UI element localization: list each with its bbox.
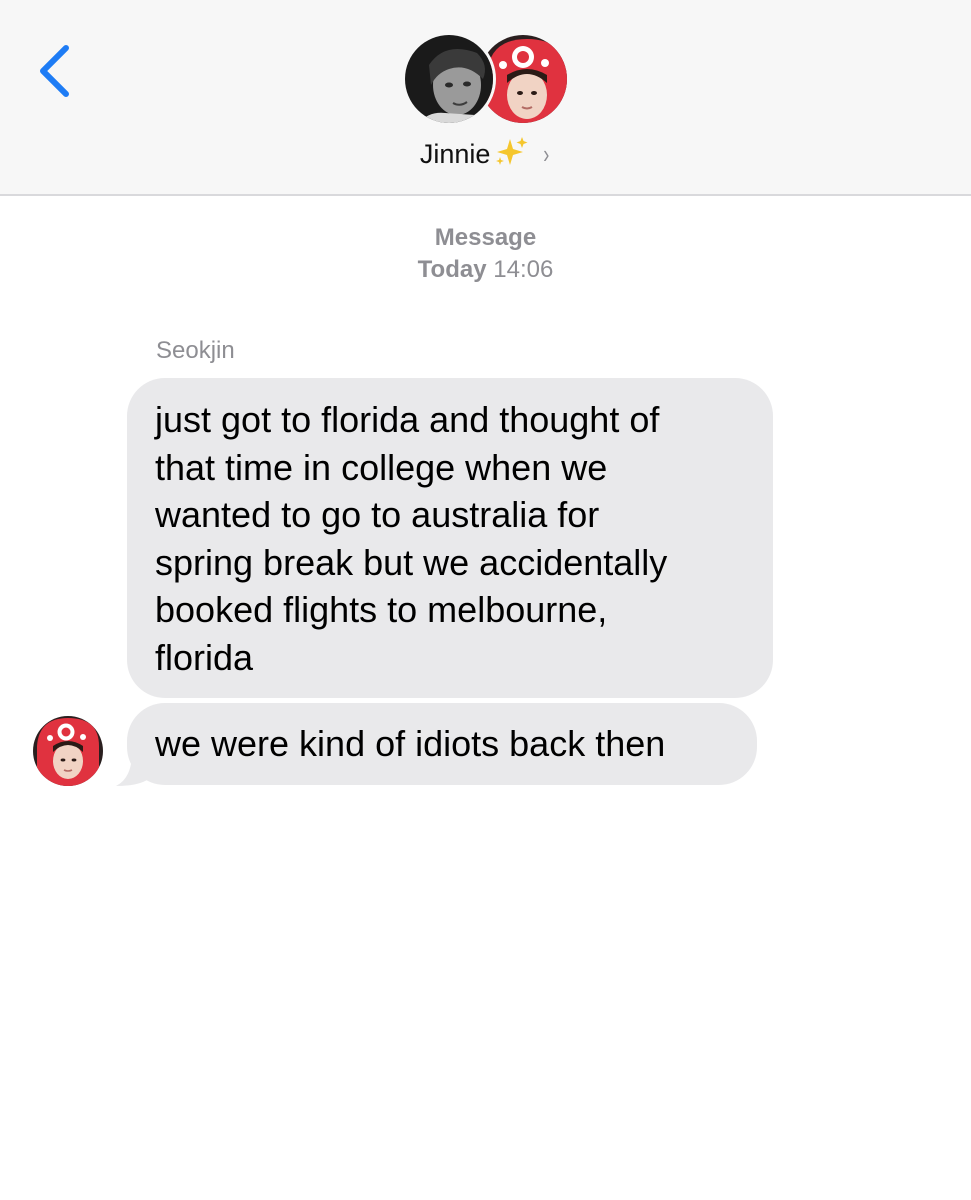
sender-avatar[interactable] [33,716,103,786]
chevron-right-icon: › [543,139,550,169]
messages-screen: Jinnie › Message Today 14:06 Seokjin jus… [0,0,971,1200]
message-line: wanted to go to australia for [155,494,600,535]
group-avatar-stack[interactable] [402,32,570,128]
chevron-left-icon [40,45,69,97]
back-button[interactable] [30,40,80,102]
conversation-meta: Message Today 14:06 [0,222,971,286]
message-bubble[interactable]: we were kind of idiots back then [127,703,757,785]
message-line: just got to florida and thought of [155,399,660,440]
message-line: that time in college when we [155,446,608,488]
sender-name: Seokjin [156,337,235,364]
message-service-label: Message [434,224,537,251]
message-text: we were kind of idiots back then [155,723,666,764]
contact-name-row[interactable]: Jinnie › [0,136,971,175]
message-bubble[interactable]: just got to florida and thought of that … [127,378,773,698]
timestamp: Today 14:06 [0,254,971,286]
conversation-header: Jinnie › [0,0,971,196]
contact-name: Jinnie [419,139,491,169]
sparkles-emoji-icon [494,136,528,175]
message-line: booked flights to melbourne, [155,589,608,630]
message-line: florida [155,636,254,678]
timestamp-day: Today [417,256,487,283]
message-line: spring break but we accidentally [155,541,668,583]
timestamp-time: 14:06 [493,256,554,283]
avatar [402,32,496,126]
